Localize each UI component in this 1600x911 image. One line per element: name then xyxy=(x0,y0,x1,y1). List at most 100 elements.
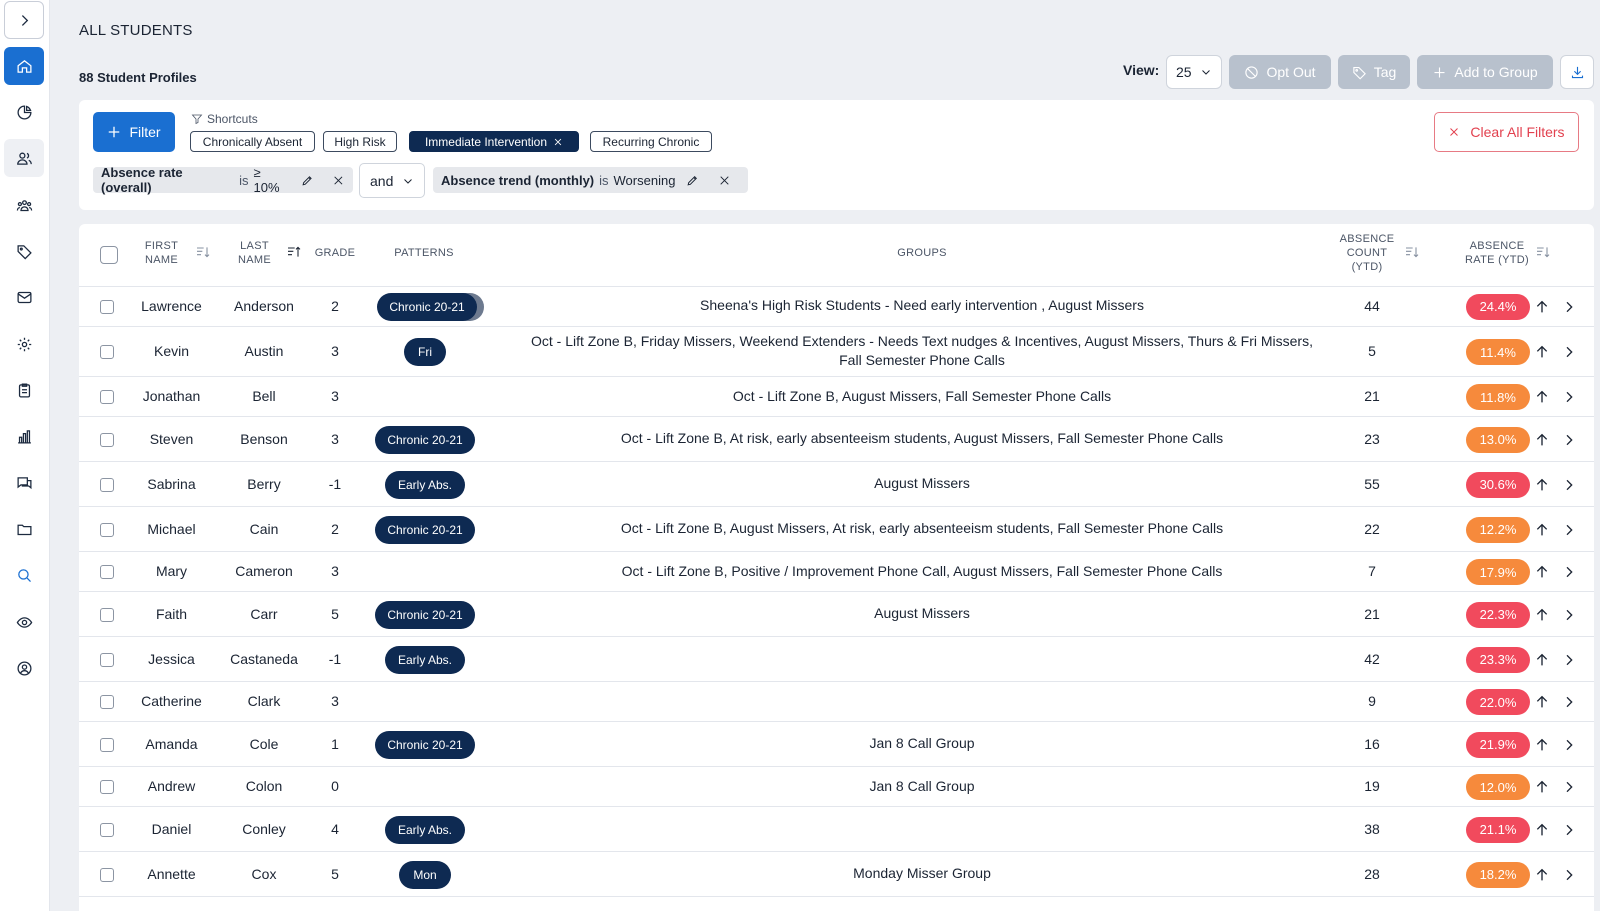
table-row[interactable]: Daniel Conley 4 Early Abs. 38 21.1% xyxy=(79,807,1594,852)
chevron-right-icon[interactable] xyxy=(1561,432,1577,448)
pencil-icon[interactable] xyxy=(301,174,314,187)
chevron-right-icon[interactable] xyxy=(1561,694,1577,710)
sidebar-item-groups[interactable] xyxy=(4,186,44,224)
sidebar-item-search[interactable] xyxy=(4,556,44,594)
row-checkbox[interactable] xyxy=(100,477,114,492)
chevron-right-icon[interactable] xyxy=(1561,564,1577,580)
chevron-right-icon[interactable] xyxy=(1561,737,1577,753)
groups-text: Monday Misser Group xyxy=(853,865,991,881)
sidebar-item-account[interactable] xyxy=(4,649,44,687)
shortcut-immediate-intervention[interactable]: Immediate Intervention xyxy=(409,131,579,152)
sidebar-item-messages[interactable] xyxy=(4,278,44,316)
table-row[interactable]: Amanda Cole 1 Chronic 20-21 Jan 8 Call Group… xyxy=(79,722,1594,767)
table-row[interactable]: Steven Benson 3 Chronic 20-21 Oct - Lift Zon… xyxy=(79,417,1594,462)
chevron-right-icon[interactable] xyxy=(1561,652,1577,668)
pattern-badge[interactable]: Chronic 20-21 xyxy=(375,515,475,544)
table-row[interactable]: Andrew Colon 0 Jan 8 Call Group 19 12.0% xyxy=(79,767,1594,807)
chevron-right-icon[interactable] xyxy=(1561,779,1577,795)
row-checkbox[interactable] xyxy=(100,522,114,537)
pattern-badge[interactable]: Fri xyxy=(404,338,446,366)
row-checkbox[interactable] xyxy=(100,695,114,709)
select-all-checkbox[interactable] xyxy=(100,246,118,264)
chevron-right-icon[interactable] xyxy=(1561,299,1577,315)
table-row[interactable]: Mary Cameron 3 Oct - Lift Zone B, Positive … xyxy=(79,552,1594,592)
pattern-badge[interactable]: Chronic 20-21 xyxy=(375,600,475,629)
table-row[interactable]: Lawrence Anderson 2 Chronic 20-21 Sheena's H… xyxy=(79,286,1594,327)
close-icon[interactable] xyxy=(718,174,731,187)
pattern-badge[interactable]: Chronic 20-21 xyxy=(375,425,475,454)
table-row[interactable]: Catherine Clark 3 9 22.0% xyxy=(79,682,1594,722)
row-checkbox[interactable] xyxy=(100,345,114,359)
row-checkbox[interactable] xyxy=(100,299,114,314)
row-checkbox[interactable] xyxy=(100,565,114,579)
header-absence-count[interactable]: ABSENCE COUNT (YTD) xyxy=(1337,232,1397,274)
pattern-badge[interactable]: Early Abs. xyxy=(385,645,465,674)
sidebar-item-settings[interactable] xyxy=(4,325,44,363)
chevron-right-icon[interactable] xyxy=(1561,607,1577,623)
row-checkbox[interactable] xyxy=(100,390,114,404)
sidebar-toggle-button[interactable] xyxy=(4,1,44,39)
pencil-icon[interactable] xyxy=(686,174,699,187)
pattern-badge[interactable]: Early Abs. xyxy=(385,470,465,499)
sidebar-item-reports[interactable] xyxy=(4,93,44,131)
row-checkbox[interactable] xyxy=(100,432,114,447)
pattern-badge[interactable]: Chronic 20-21 xyxy=(375,730,475,759)
table-row[interactable]: Jessica Castaneda -1 Early Abs. 42 23.3% xyxy=(79,637,1594,682)
sort-icon[interactable] xyxy=(195,244,211,260)
clear-all-filters-button[interactable]: Clear All Filters xyxy=(1434,112,1579,152)
sidebar-item-tags[interactable] xyxy=(4,232,44,270)
sort-icon[interactable] xyxy=(1535,244,1551,260)
close-icon[interactable] xyxy=(332,174,345,187)
chevron-right-icon[interactable] xyxy=(1561,389,1577,405)
sidebar-item-home[interactable] xyxy=(4,47,44,85)
chevron-right-icon[interactable] xyxy=(1561,822,1577,838)
sidebar-item-chat[interactable] xyxy=(4,464,44,502)
sidebar-item-files[interactable] xyxy=(4,510,44,548)
filter-condition-absence-rate[interactable]: Absence rate (overall) is ≥ 10% xyxy=(93,165,353,195)
row-checkbox[interactable] xyxy=(100,737,114,752)
shortcut-recurring-chronic[interactable]: Recurring Chronic xyxy=(590,131,712,152)
table-row[interactable]: Annette Cox 5 Mon Monday Misser Group 28 18.2% xyxy=(79,852,1594,897)
header-first-name[interactable]: FIRST NAME xyxy=(139,239,184,267)
shortcut-high-risk[interactable]: High Risk xyxy=(323,131,397,152)
sidebar-item-watch[interactable] xyxy=(4,603,44,641)
pattern-badge[interactable]: Mon xyxy=(399,860,451,889)
header-absence-rate[interactable]: ABSENCE RATE (YTD) xyxy=(1459,239,1535,267)
table-row[interactable]: Faith Carr 5 Chronic 20-21 August Missers 21 2… xyxy=(79,592,1594,637)
join-operator-select[interactable]: and xyxy=(359,163,425,198)
opt-out-button[interactable]: Opt Out xyxy=(1229,55,1331,89)
row-checkbox[interactable] xyxy=(100,822,114,837)
absence-count: 38 xyxy=(1364,820,1380,837)
sidebar-item-tasks[interactable] xyxy=(4,371,44,409)
table-row[interactable]: Kevin Austin 3 Fri Oct - Lift Zone B, Friday… xyxy=(79,327,1594,377)
pattern-badge[interactable]: Chronic 20-21 xyxy=(377,292,477,321)
shortcut-chronically-absent[interactable]: Chronically Absent xyxy=(190,131,315,152)
sort-icon[interactable] xyxy=(1404,244,1420,260)
row-checkbox[interactable] xyxy=(100,780,114,794)
row-checkbox[interactable] xyxy=(100,652,114,667)
table-row[interactable]: Jonathan Bell 3 Oct - Lift Zone B, August M… xyxy=(79,377,1594,417)
grade: -1 xyxy=(328,475,342,492)
header-line: LAST xyxy=(240,240,269,252)
chevron-right-icon[interactable] xyxy=(1561,522,1577,538)
pattern-badge[interactable]: Early Abs. xyxy=(385,815,465,844)
add-to-group-button[interactable]: Add to Group xyxy=(1417,55,1553,89)
download-button[interactable] xyxy=(1560,55,1594,89)
chevron-right-icon[interactable] xyxy=(1561,867,1577,883)
add-filter-button[interactable]: Filter xyxy=(93,112,175,152)
row-checkbox[interactable] xyxy=(100,867,114,882)
view-page-size-select[interactable]: 25 xyxy=(1166,55,1222,89)
table-row[interactable]: Michael Cain 2 Chronic 20-21 Oct - Lift Zone… xyxy=(79,507,1594,552)
sidebar-item-students[interactable] xyxy=(4,139,44,177)
close-icon[interactable] xyxy=(553,137,563,147)
header-last-name[interactable]: LAST NAME xyxy=(232,239,277,267)
users-icon xyxy=(16,152,32,165)
tag-button[interactable]: Tag xyxy=(1338,55,1410,89)
row-checkbox[interactable] xyxy=(100,607,114,622)
chevron-right-icon[interactable] xyxy=(1561,477,1577,493)
sidebar-item-analytics[interactable] xyxy=(4,417,44,455)
sort-ascending-icon[interactable] xyxy=(286,244,302,260)
filter-condition-absence-trend[interactable]: Absence trend (monthly) is Worsening xyxy=(433,167,748,193)
table-row[interactable]: Sabrina Berry -1 Early Abs. August Missers 55… xyxy=(79,462,1594,507)
chevron-right-icon[interactable] xyxy=(1561,344,1577,360)
